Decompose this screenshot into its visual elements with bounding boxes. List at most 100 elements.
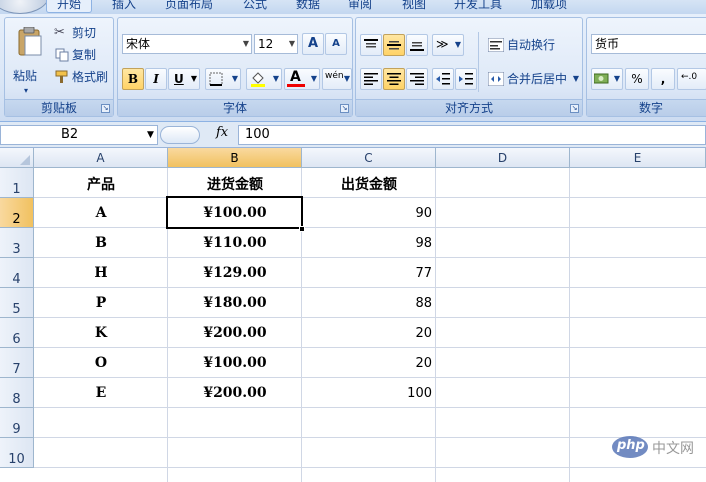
cell-a2[interactable]: A bbox=[34, 205, 168, 221]
column-header-b[interactable]: B bbox=[168, 148, 302, 168]
formula-expand-handle[interactable] bbox=[160, 126, 200, 144]
font-name-select[interactable]: 宋体 ▼ bbox=[122, 34, 252, 54]
chevron-down-icon: ▼ bbox=[310, 74, 317, 83]
insert-function-button[interactable]: fx bbox=[216, 125, 228, 140]
cell-c8[interactable]: 100 bbox=[302, 386, 432, 401]
cell-b1[interactable]: 进货金额 bbox=[168, 174, 302, 194]
number-format-select[interactable]: 货币 bbox=[591, 34, 706, 54]
paste-button[interactable]: 粘贴 ▾ bbox=[9, 22, 49, 96]
font-size-select[interactable]: 12 ▼ bbox=[254, 34, 298, 54]
cut-button[interactable]: ✂ 剪切 bbox=[51, 22, 111, 44]
shrink-font-button[interactable]: A bbox=[325, 33, 347, 55]
cell-a6[interactable]: K bbox=[34, 325, 168, 341]
dialog-launcher-icon[interactable]: ↘ bbox=[340, 104, 349, 113]
decrease-indent-button[interactable] bbox=[432, 68, 454, 90]
align-top-button[interactable] bbox=[360, 34, 382, 56]
cell-a3[interactable]: B bbox=[34, 235, 168, 251]
align-bottom-button[interactable] bbox=[406, 34, 428, 56]
underline-button[interactable]: U ▼ bbox=[168, 68, 200, 90]
cell-c1[interactable]: 出货金额 bbox=[302, 174, 436, 194]
column-header-d[interactable]: D bbox=[436, 148, 570, 168]
office-button[interactable] bbox=[0, 0, 50, 14]
cell-b3[interactable]: ¥110.00 bbox=[168, 235, 302, 251]
cell-a5[interactable]: P bbox=[34, 295, 168, 311]
tab-review[interactable]: 审阅 bbox=[348, 0, 372, 13]
format-painter-icon bbox=[55, 70, 68, 83]
row-header-10[interactable]: 10 bbox=[0, 438, 34, 468]
increase-decimal-icon: ←.0 bbox=[681, 72, 698, 82]
cell-a7[interactable]: O bbox=[34, 355, 168, 371]
tab-home[interactable]: 开始 bbox=[46, 0, 93, 13]
cell-b5[interactable]: ¥180.00 bbox=[168, 295, 302, 311]
align-middle-button[interactable] bbox=[383, 34, 405, 56]
align-center-button[interactable] bbox=[383, 68, 405, 90]
row-header-1[interactable]: 1 bbox=[0, 168, 34, 198]
fill-handle[interactable] bbox=[299, 226, 305, 232]
formula-value: 100 bbox=[245, 127, 270, 142]
dialog-launcher-icon[interactable]: ↘ bbox=[570, 104, 579, 113]
formula-input[interactable]: 100 bbox=[238, 125, 706, 145]
align-right-button[interactable] bbox=[406, 68, 428, 90]
phonetic-button[interactable]: wén ▼ bbox=[322, 68, 352, 90]
cell-a4[interactable]: H bbox=[34, 265, 168, 281]
row-header-4[interactable]: 4 bbox=[0, 258, 34, 288]
font-color-button[interactable]: A ▼ bbox=[284, 68, 320, 90]
dialog-launcher-icon[interactable]: ↘ bbox=[101, 104, 110, 113]
row-header-3[interactable]: 3 bbox=[0, 228, 34, 258]
currency-button[interactable]: ▼ bbox=[591, 68, 623, 90]
cell-c7[interactable]: 20 bbox=[302, 356, 432, 371]
tab-insert[interactable]: 插入 bbox=[112, 0, 136, 13]
tab-addins[interactable]: 加载项 bbox=[531, 0, 567, 13]
chevron-down-icon: ▼ bbox=[613, 74, 620, 83]
column-header-e[interactable]: E bbox=[570, 148, 706, 168]
increase-indent-icon bbox=[459, 73, 473, 85]
fill-color-button[interactable]: ▼ bbox=[246, 68, 282, 90]
cell-a1[interactable]: 产品 bbox=[34, 174, 168, 194]
grow-font-button[interactable]: A bbox=[302, 33, 324, 55]
italic-icon: I bbox=[153, 72, 159, 86]
formula-bar-buttons: fx bbox=[160, 125, 236, 145]
tab-view[interactable]: 视图 bbox=[402, 0, 426, 13]
column-header-a[interactable]: A bbox=[34, 148, 168, 168]
column-header-c[interactable]: C bbox=[302, 148, 436, 168]
increase-decimal-button[interactable]: ←.0 bbox=[677, 68, 706, 90]
align-left-button[interactable] bbox=[360, 68, 382, 90]
cell-b4[interactable]: ¥129.00 bbox=[168, 265, 302, 281]
borders-button[interactable]: ▼ bbox=[205, 68, 241, 90]
percent-button[interactable]: % bbox=[625, 68, 649, 90]
format-painter-button[interactable]: 格式刷 bbox=[51, 66, 113, 88]
cell-c6[interactable]: 20 bbox=[302, 326, 432, 341]
row-header-7[interactable]: 7 bbox=[0, 348, 34, 378]
cell-b6[interactable]: ¥200.00 bbox=[168, 325, 302, 341]
cell-b8[interactable]: ¥200.00 bbox=[168, 385, 302, 401]
row-header-8[interactable]: 8 bbox=[0, 378, 34, 408]
row-header-2[interactable]: 2 bbox=[0, 198, 34, 228]
comma-button[interactable]: , bbox=[651, 68, 675, 90]
text-orientation-icon: ≫ bbox=[436, 37, 449, 51]
cell-c2[interactable]: 90 bbox=[302, 206, 432, 221]
name-box[interactable]: B2 ▼ bbox=[0, 125, 158, 145]
row-header-9[interactable]: 9 bbox=[0, 408, 34, 438]
cell-b7[interactable]: ¥100.00 bbox=[168, 355, 302, 371]
copy-button[interactable]: 复制 bbox=[51, 44, 111, 66]
italic-button[interactable]: I bbox=[145, 68, 167, 90]
wrap-text-button[interactable]: 自动换行 bbox=[484, 34, 580, 56]
cell-c3[interactable]: 98 bbox=[302, 236, 432, 251]
row-header-5[interactable]: 5 bbox=[0, 288, 34, 318]
select-all-button[interactable] bbox=[0, 148, 34, 168]
cut-label: 剪切 bbox=[72, 26, 97, 40]
gridline bbox=[34, 317, 706, 318]
cell-a8[interactable]: E bbox=[34, 385, 168, 401]
tab-data[interactable]: 数据 bbox=[296, 0, 320, 13]
cell-c5[interactable]: 88 bbox=[302, 296, 432, 311]
tab-page-layout[interactable]: 页面布局 bbox=[165, 0, 213, 13]
increase-indent-button[interactable] bbox=[455, 68, 477, 90]
tab-developer[interactable]: 开发工具 bbox=[454, 0, 502, 13]
name-box-value: B2 bbox=[61, 127, 79, 142]
row-header-6[interactable]: 6 bbox=[0, 318, 34, 348]
merge-center-button[interactable]: 合并后居中 ▼ bbox=[484, 68, 580, 90]
bold-button[interactable]: B bbox=[122, 68, 144, 90]
cell-c4[interactable]: 77 bbox=[302, 266, 432, 281]
tab-formulas[interactable]: 公式 bbox=[243, 0, 267, 13]
orientation-button[interactable]: ≫ ▼ bbox=[432, 34, 464, 56]
